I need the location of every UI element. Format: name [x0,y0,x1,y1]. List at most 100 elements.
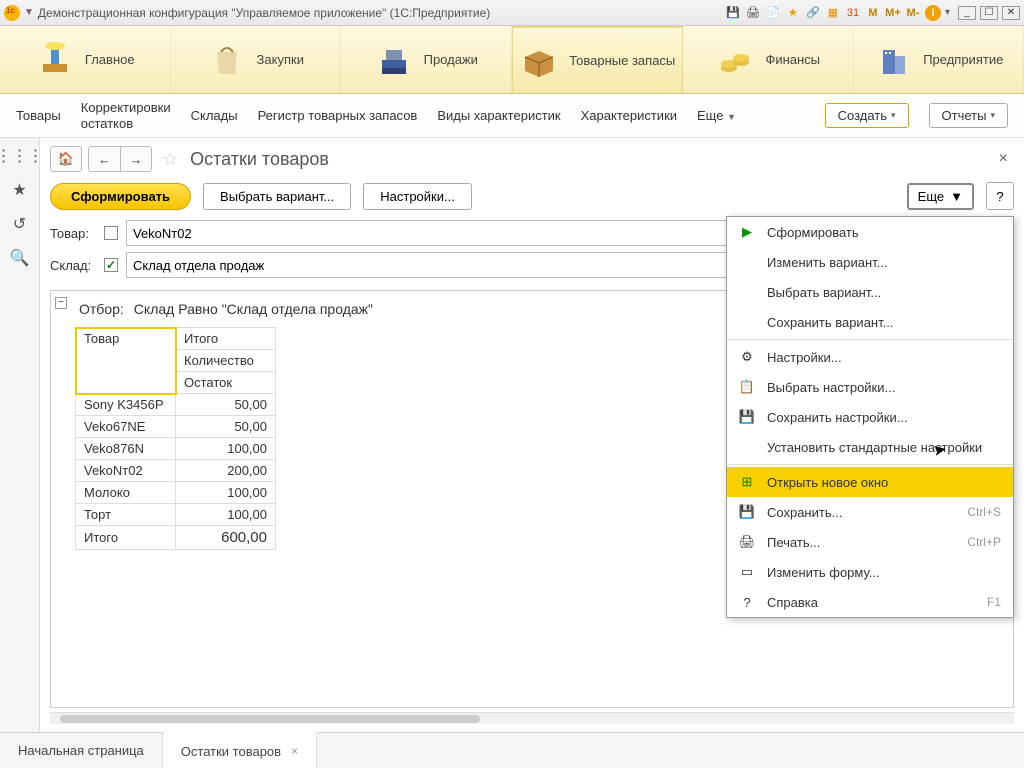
building-icon [873,40,913,80]
menu-save[interactable]: 💾Сохранить...Ctrl+S [727,497,1013,527]
subnav-char-types[interactable]: Виды характеристик [437,108,560,124]
disk-icon: 💾 [739,504,755,520]
close-window-button[interactable]: ✕ [1002,6,1020,20]
calc-icon[interactable]: ▦ [825,5,841,21]
apps-icon[interactable]: ⋮⋮⋮ [10,146,30,166]
menu-separator [727,464,1013,465]
nav-enterprise[interactable]: Предприятие [854,26,1024,93]
save-icon[interactable]: 💾 [725,5,741,21]
m-button[interactable]: M [865,5,881,21]
subnav-warehouses[interactable]: Склады [191,108,238,124]
menu-change-form[interactable]: ▭Изменить форму... [727,557,1013,587]
content-area: 🏠 ← → ☆ Остатки товаров × Сформировать В… [40,138,1024,732]
menu-choose-variant[interactable]: Выбрать вариант... [727,277,1013,307]
table-row: Sony K3456P50,00 [76,394,276,416]
table-total-row: Итого600,00 [76,526,276,550]
menu-save-settings[interactable]: 💾Сохранить настройки... [727,402,1013,432]
table-row: Молоко100,00 [76,482,276,504]
new-window-icon: ⊞ [739,474,755,490]
box-icon [519,41,559,81]
subnav-corrections[interactable]: Корректировки остатков [81,100,171,131]
warehouse-filter-checkbox[interactable] [104,258,118,272]
home-button[interactable]: 🏠 [50,146,82,172]
gear-icon: ⚙ [739,349,755,365]
coins-icon [715,40,755,80]
menu-default-settings[interactable]: Установить стандартные настройки [727,432,1013,462]
nav-finance[interactable]: Финансы [683,26,854,93]
menu-choose-settings[interactable]: 📋Выбрать настройки... [727,372,1013,402]
product-filter-checkbox[interactable] [104,226,118,240]
run-report-button[interactable]: Сформировать [50,183,191,210]
close-page-button[interactable]: × [993,150,1014,168]
main-nav: Главное Закупки Продажи Товарные запасы … [0,26,1024,94]
link-icon[interactable]: 🔗 [805,5,821,21]
left-sidebar: ⋮⋮⋮ ★ ↺ 🔍 [0,138,40,732]
nav-main[interactable]: Главное [0,26,171,93]
subnav-more[interactable]: Еще ▼ [697,108,736,124]
tab-current[interactable]: Остатки товаров× [163,732,317,768]
bookmark-star-icon[interactable]: ☆ [162,149,178,170]
info-dropdown-icon[interactable]: ▾ [945,7,950,18]
nav-inventory[interactable]: Товарные запасы [512,26,684,93]
info-icon[interactable]: i [925,5,941,21]
reports-button[interactable]: Отчеты▾ [929,103,1008,128]
tab-home[interactable]: Начальная страница [0,733,163,768]
horizontal-scrollbar[interactable] [50,712,1014,724]
create-button[interactable]: Создать▾ [825,103,909,128]
lamp-icon [35,40,75,80]
menu-save-variant[interactable]: Сохранить вариант... [727,307,1013,337]
report-filter-value: Склад Равно "Склад отдела продаж" [134,301,373,317]
star-icon[interactable]: ★ [785,5,801,21]
maximize-button[interactable]: ☐ [980,6,998,20]
minimize-button[interactable]: _ [958,6,976,20]
save-settings-icon: 💾 [739,409,755,425]
menu-open-new-window[interactable]: ⊞Открыть новое окно [727,467,1013,497]
m-plus-button[interactable]: M+ [885,5,901,21]
m-minus-button[interactable]: M- [905,5,921,21]
warehouse-filter-label: Склад: [50,258,96,273]
favorite-icon[interactable]: ★ [10,180,30,200]
subnav-characteristics[interactable]: Характеристики [581,108,677,124]
printer-icon: 🖨 [739,534,755,550]
play-icon: ▶ [739,224,755,240]
subnav-register[interactable]: Регистр товарных запасов [258,108,418,124]
doc-icon[interactable]: 📄 [765,5,781,21]
back-button[interactable]: ← [88,146,120,172]
menu-print[interactable]: 🖨Печать...Ctrl+P [727,527,1013,557]
history-icon[interactable]: ↺ [10,214,30,234]
app-menu-dropdown-icon[interactable]: ▼ [24,7,34,18]
choose-variant-button[interactable]: Выбрать вариант... [203,183,351,210]
cashregister-icon [374,40,414,80]
sub-nav: Товары Корректировки остатков Склады Рег… [0,94,1024,138]
col-product: Товар [76,328,176,394]
col-qty: Количество [176,350,276,372]
calendar-icon[interactable]: 31 [845,5,861,21]
nav-purchases[interactable]: Закупки [171,26,342,93]
app-logo-icon [4,5,20,21]
titlebar: ▼ Демонстрационная конфигурация "Управля… [0,0,1024,26]
more-button[interactable]: Еще▼ [907,183,974,210]
form-icon: ▭ [739,564,755,580]
menu-settings[interactable]: ⚙Настройки... [727,342,1013,372]
table-row: Торт100,00 [76,504,276,526]
subnav-goods[interactable]: Товары [16,108,61,124]
menu-run[interactable]: ▶Сформировать [727,217,1013,247]
more-dropdown-menu: ▶Сформировать Изменить вариант... Выбрат… [726,216,1014,618]
forward-button[interactable]: → [120,146,152,172]
product-filter-label: Товар: [50,226,96,241]
close-tab-icon[interactable]: × [291,744,298,758]
bag-icon [207,40,247,80]
table-row: Veko876N100,00 [76,438,276,460]
print-icon[interactable]: 🖨 [745,5,761,21]
col-rest: Остаток [176,372,276,394]
nav-sales[interactable]: Продажи [341,26,512,93]
menu-change-variant[interactable]: Изменить вариант... [727,247,1013,277]
search-sidebar-icon[interactable]: 🔍 [10,248,30,268]
menu-separator [727,339,1013,340]
settings-button[interactable]: Настройки... [363,183,472,210]
table-row: Veko67NE50,00 [76,416,276,438]
report-filter-label: Отбор: [79,301,124,317]
help-button[interactable]: ? [986,182,1014,210]
collapse-toggle[interactable]: − [55,297,67,309]
menu-help[interactable]: ?СправкаF1 [727,587,1013,617]
